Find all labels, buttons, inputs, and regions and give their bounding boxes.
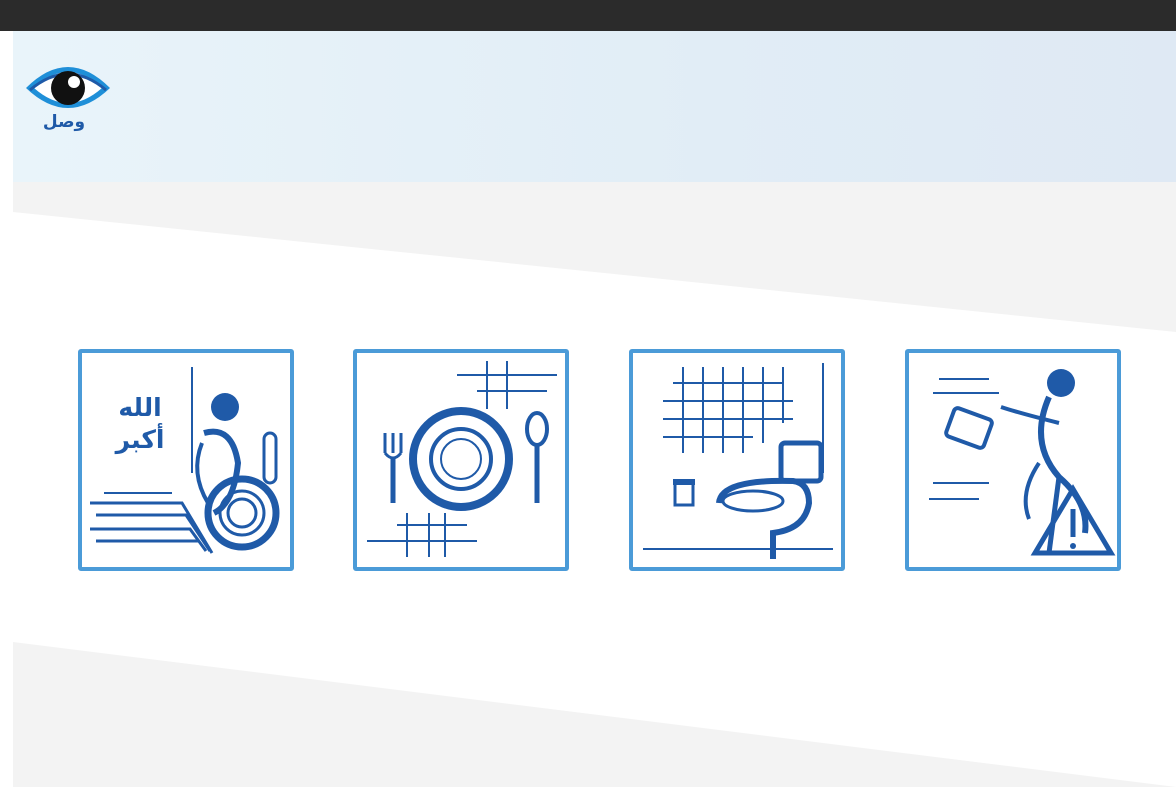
app-logo-text: وصل (42, 112, 86, 132)
window-top-bar (0, 0, 1176, 32)
toilet-tile-button[interactable] (629, 349, 845, 571)
toilet-icon (643, 363, 833, 559)
left-rail (0, 31, 13, 787)
emergency-tile-button[interactable] (905, 349, 1121, 571)
emergency-warning-icon (929, 369, 1116, 556)
food-tile-button[interactable] (353, 349, 569, 571)
plate-cutlery-icon (367, 361, 557, 557)
app-header (13, 31, 1176, 182)
prayer-text-line1: الله (118, 393, 162, 422)
prayer-tile-button[interactable]: الله أكبر (78, 349, 294, 571)
prayer-text-line2: أكبر (115, 425, 165, 454)
prayer-icon (90, 367, 280, 554)
